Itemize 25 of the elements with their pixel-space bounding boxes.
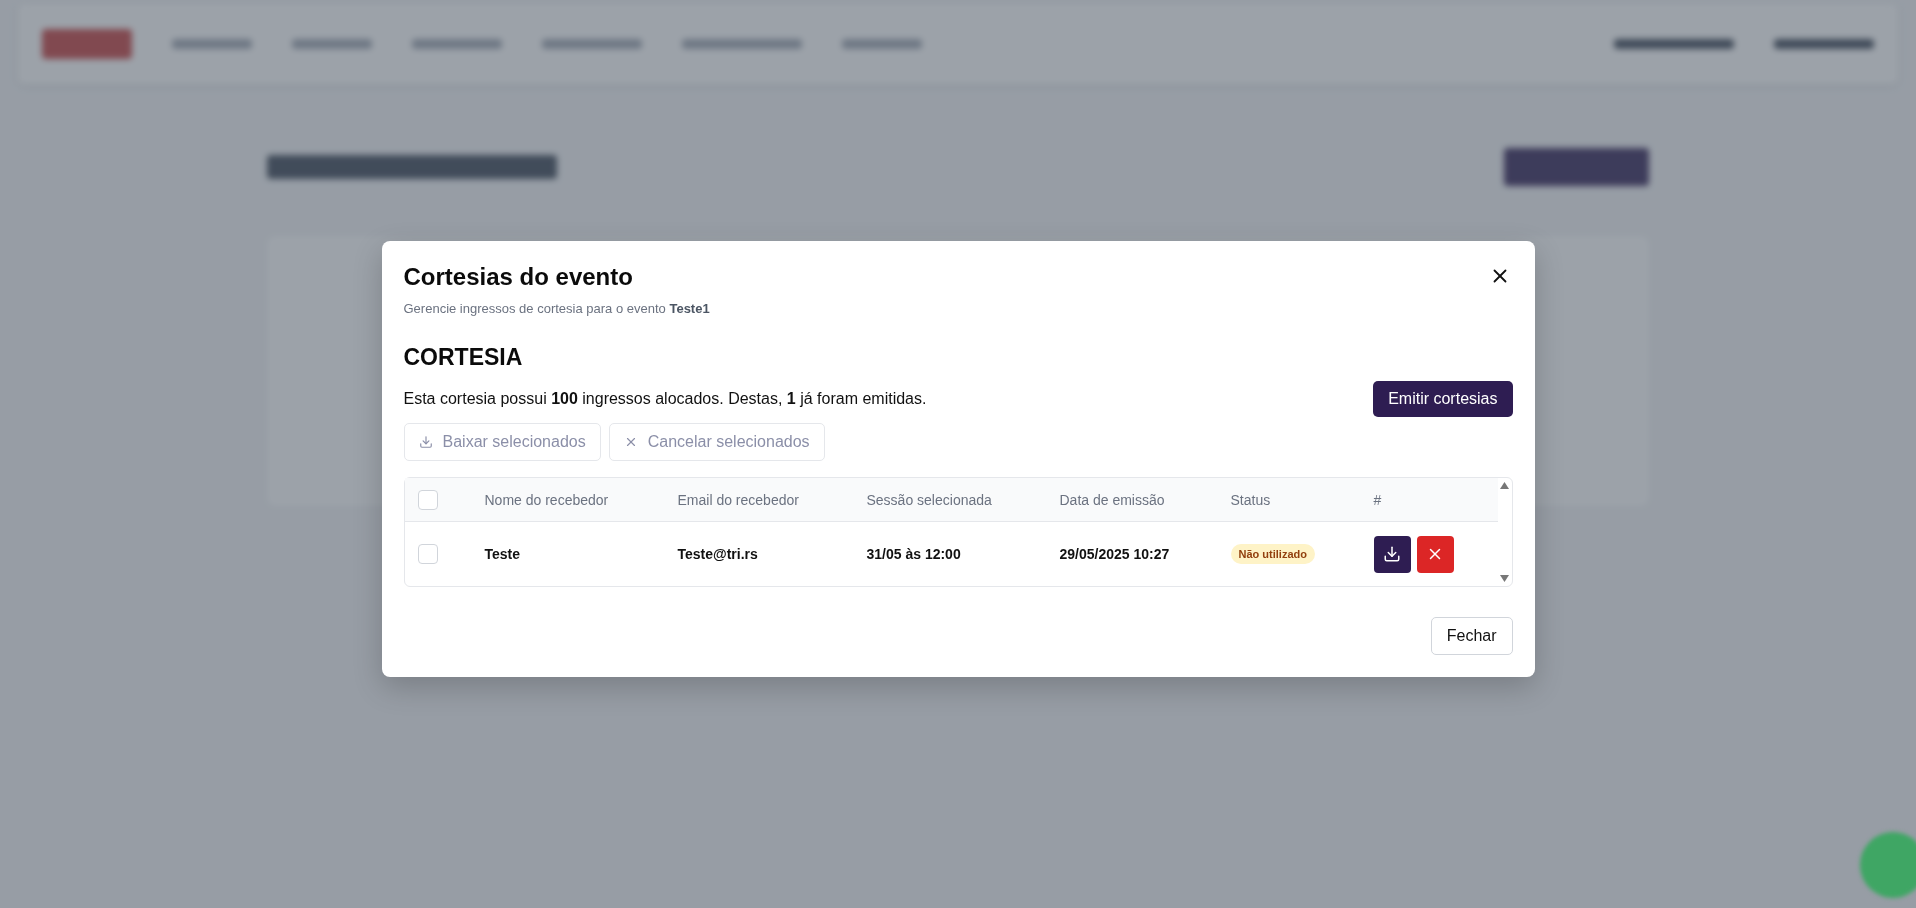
column-header: Status bbox=[1230, 492, 1271, 508]
download-button[interactable] bbox=[1373, 535, 1411, 573]
column-header: Nome do recebedor bbox=[484, 492, 609, 508]
scroll-down-icon[interactable] bbox=[1500, 575, 1509, 582]
table-cell: 29/05/2025 10:27 bbox=[1059, 546, 1170, 562]
issue-button[interactable]: Emitir cortesias bbox=[1373, 381, 1513, 417]
close-dialog-button[interactable]: Fechar bbox=[1430, 617, 1513, 655]
scroll-up-icon[interactable] bbox=[1500, 482, 1509, 489]
column-header: Email do recebedor bbox=[677, 492, 799, 508]
section-title: CORTESIA bbox=[403, 344, 524, 371]
column-header: # bbox=[1373, 492, 1382, 508]
dialog-title: Cortesias do evento bbox=[403, 263, 633, 291]
table-cell: Teste bbox=[484, 546, 521, 562]
column-header: Data de emissão bbox=[1059, 492, 1165, 508]
status-badge: Não utilizado bbox=[1230, 544, 1315, 564]
checkbox[interactable] bbox=[417, 544, 438, 564]
column-header: Sessão selecionada bbox=[866, 492, 992, 508]
checkbox[interactable] bbox=[417, 490, 438, 510]
dialog-subtitle: Gerencie ingressos de cortesia para o evento Teste1 bbox=[403, 301, 711, 316]
download-icon bbox=[1383, 545, 1401, 563]
delete-button[interactable] bbox=[1416, 535, 1454, 573]
table-cell: Teste@tri.rs bbox=[677, 546, 758, 562]
table-cell: 31/05 às 12:00 bbox=[866, 546, 961, 562]
download-icon bbox=[418, 435, 433, 449]
summary-text: Esta cortesia possui 100 ingressos alocados. Destas, 1 já foram emitidas. bbox=[403, 390, 927, 408]
